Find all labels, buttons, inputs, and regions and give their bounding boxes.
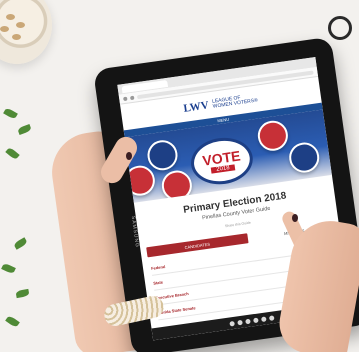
logo-mark: LWV — [182, 99, 210, 115]
app-icon[interactable] — [252, 317, 259, 323]
vote-badge: VOTE 2018 — [187, 133, 256, 189]
leaf — [13, 237, 28, 250]
campaign-button — [124, 163, 157, 198]
app-icon[interactable] — [268, 314, 275, 321]
leaf — [17, 123, 32, 136]
nut — [16, 22, 25, 28]
leaf — [15, 288, 30, 299]
leaf — [3, 107, 18, 120]
app-icon[interactable] — [228, 320, 235, 327]
nut-bowl — [0, 0, 52, 64]
leaf — [5, 146, 20, 161]
campaign-button — [255, 118, 290, 153]
nut — [6, 14, 15, 20]
back-icon[interactable] — [122, 96, 128, 101]
nut — [12, 34, 21, 40]
campaign-button — [287, 140, 322, 175]
plant-sprigs — [0, 90, 60, 352]
app-icon[interactable] — [244, 318, 251, 324]
vote-word: VOTE — [201, 147, 242, 169]
fingernail — [126, 152, 132, 160]
logo-text: LEAGUE OF WOMEN VOTERS® — [211, 94, 259, 110]
campaign-button — [159, 168, 194, 203]
app-icon[interactable] — [260, 316, 267, 322]
reload-icon[interactable] — [129, 95, 135, 100]
eyeglasses — [324, 6, 359, 46]
photo-scene: SAMSUNG LWV LEAGUE OF WOMEN VOTERS® MENU — [0, 0, 359, 352]
nut — [0, 26, 9, 32]
campaign-button — [145, 138, 180, 173]
glasses-lens — [328, 16, 352, 40]
fingernail — [292, 214, 298, 222]
leaf — [1, 262, 16, 275]
leaf — [5, 314, 20, 329]
app-icon[interactable] — [236, 319, 243, 325]
